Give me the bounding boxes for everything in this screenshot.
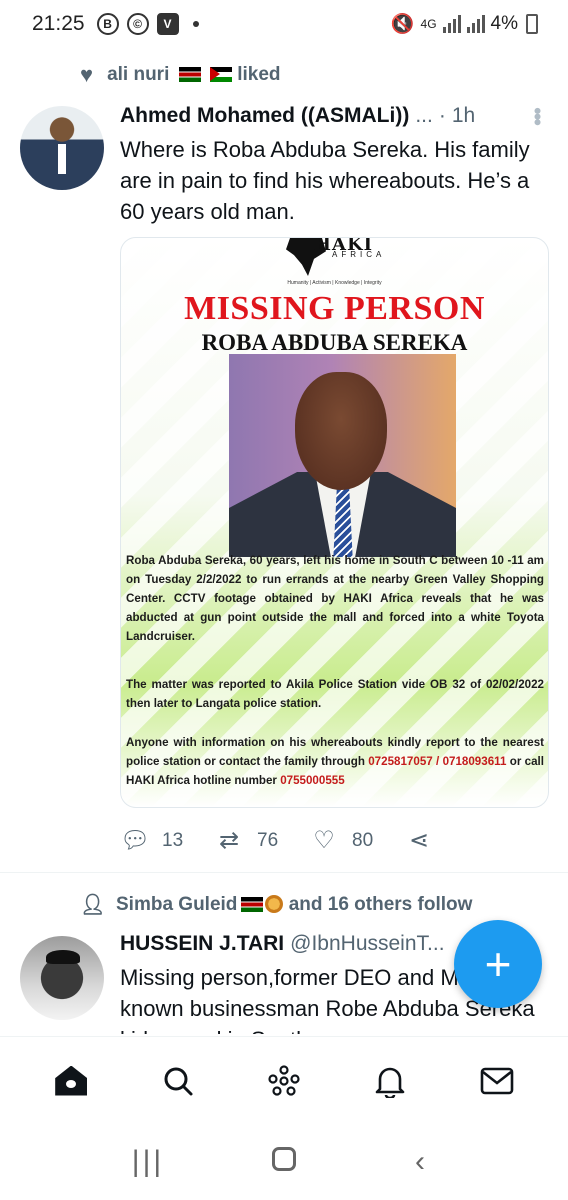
author-handle[interactable]: @IbnHusseinT... <box>290 932 444 956</box>
system-home-button[interactable] <box>254 1145 314 1179</box>
mail-icon <box>480 1067 514 1094</box>
logo-subword: AFRICA <box>332 250 386 259</box>
poster-tagline: Humanity | Activism | Knowledge | Integr… <box>287 280 382 286</box>
tweet1-social-context[interactable]: ♥ ali nuri liked <box>80 62 281 88</box>
retweet-icon: ⇄ <box>218 827 240 854</box>
bottom-navigation <box>0 1036 568 1124</box>
status-bar: 21:25 B © V 🔇 4G 4% <box>0 0 568 48</box>
poster-person-name: ROBA ABDUBA SEREKA <box>201 330 468 355</box>
v-notification-icon: V <box>156 13 179 35</box>
spaces-icon <box>268 1064 300 1096</box>
author-name[interactable]: HUSSEIN J.TARI <box>120 932 284 956</box>
kenya-flag-icon <box>241 896 264 912</box>
signal-strength-icon-1 <box>442 15 461 33</box>
name-ellipsis: ... <box>415 104 433 127</box>
tweet2-header: HUSSEIN J.TARI @IbnHusseinT... <box>120 932 445 956</box>
author-avatar[interactable] <box>20 106 104 190</box>
follower-name: Simba Guleid <box>116 893 238 915</box>
hotline-number: 0755000555 <box>280 774 345 787</box>
separator-dot: · <box>438 104 446 127</box>
poster-paragraph-1: Roba Abduba Sereka, 60 years, left his h… <box>126 554 544 643</box>
author-name[interactable]: Ahmed Mohamed ((ASMALi)) <box>120 104 409 128</box>
like-count: 80 <box>352 829 374 851</box>
home-icon <box>55 1065 88 1096</box>
mute-icon: 🔇 <box>390 14 415 35</box>
share-button[interactable]: ⋖ <box>405 826 500 855</box>
haki-africa-logo: HAKI AFRICA <box>286 238 381 278</box>
heart-icon: ♡ <box>313 827 335 854</box>
network-type: 4G <box>420 17 437 31</box>
battery-icon <box>526 14 538 34</box>
retweet-count: 76 <box>257 829 279 851</box>
follow-context-label: and 16 others follow <box>288 893 473 915</box>
author-avatar[interactable] <box>20 936 104 1020</box>
missing-person-poster-image[interactable]: HAKI AFRICA Humanity | Activism | Knowle… <box>120 237 549 808</box>
system-navigation-bar: ||| ‹ <box>0 1124 568 1200</box>
recent-apps-icon[interactable]: ||| <box>118 1145 178 1179</box>
tweet1-actions: 💬︎ 13 ⇄ 76 ♡ 80 ⋖ <box>120 826 500 855</box>
b-notification-icon: B <box>96 13 119 35</box>
nav-spaces[interactable] <box>254 1051 314 1111</box>
reply-icon: 💬︎ <box>120 827 151 854</box>
nav-search[interactable] <box>148 1051 208 1111</box>
poster-paragraph-2: The matter was reported to Akila Police … <box>126 678 544 710</box>
poster-paragraph-3: Anyone with information on his whereabou… <box>126 736 544 787</box>
lion-emoji-icon <box>265 895 284 914</box>
retweet-button[interactable]: ⇄ 76 <box>215 826 310 855</box>
poster-headline: MISSING PERSON <box>184 290 485 327</box>
system-home-icon <box>272 1147 296 1171</box>
family-phone-numbers: 0725817057 / 0718093611 <box>368 755 507 768</box>
nav-notifications[interactable] <box>360 1051 420 1111</box>
nav-messages[interactable] <box>467 1051 527 1111</box>
tweet-text: Where is Roba Abduba Sereka. His family … <box>120 137 530 224</box>
nav-home[interactable] <box>41 1051 101 1111</box>
more-notifications-dot-icon <box>192 21 199 27</box>
battery-level: 4% <box>490 13 518 34</box>
tweet1-header: Ahmed Mohamed ((ASMALi)) ... · 1h ••• <box>120 104 550 128</box>
compose-tweet-button[interactable]: + <box>454 920 542 1008</box>
missing-person-photo <box>229 354 456 557</box>
palestine-flag-icon <box>209 67 232 83</box>
copyright-notification-icon: © <box>126 13 149 35</box>
signal-strength-icon-2 <box>466 15 485 33</box>
more-options-icon[interactable]: ••• <box>524 107 550 124</box>
person-icon: 👤︎ <box>80 894 106 916</box>
liked-label: liked <box>237 64 281 85</box>
kenya-flag-icon <box>178 67 201 83</box>
search-icon <box>164 1067 193 1095</box>
bell-icon <box>376 1067 405 1098</box>
tweet2-social-context[interactable]: 👤︎ Simba Guleid and 16 others follow <box>80 892 472 917</box>
tweet-divider <box>0 872 568 873</box>
back-icon[interactable]: ‹ <box>390 1145 450 1179</box>
tweet-time[interactable]: 1h <box>452 104 475 128</box>
share-icon: ⋖ <box>408 827 430 854</box>
reply-count: 13 <box>162 829 184 851</box>
heart-filled-icon: ♥ <box>80 62 94 87</box>
reply-button[interactable]: 💬︎ 13 <box>120 826 215 855</box>
like-button[interactable]: ♡ 80 <box>310 826 405 855</box>
liker-name: ali nuri <box>107 64 170 85</box>
status-time: 21:25 <box>32 12 85 35</box>
